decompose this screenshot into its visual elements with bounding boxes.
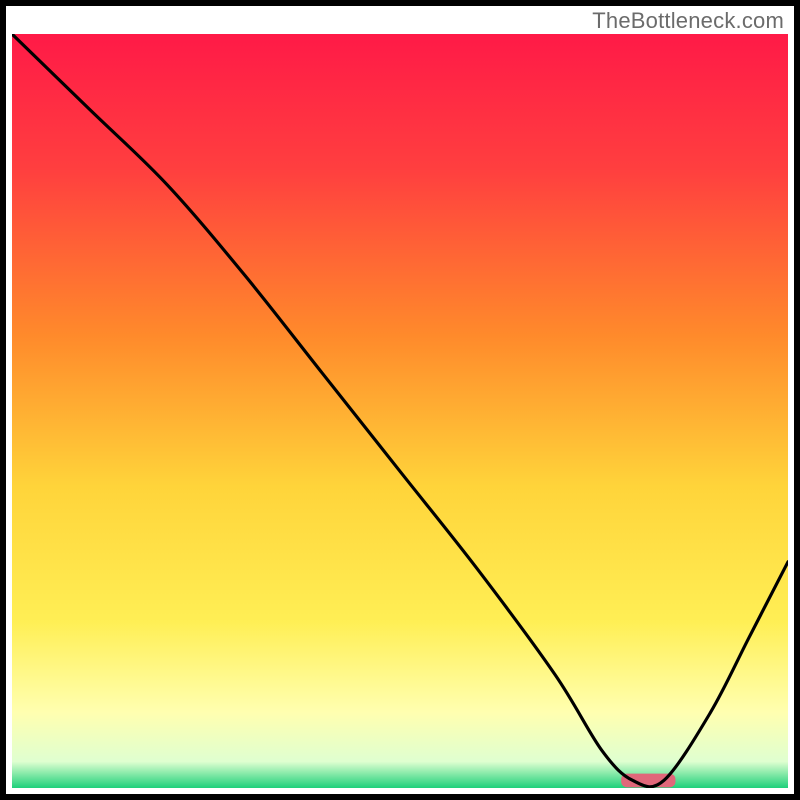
bottleneck-curve-chart: [12, 34, 788, 788]
chart-frame: TheBottleneck.com: [0, 0, 800, 800]
watermark-text: TheBottleneck.com: [592, 8, 784, 34]
plot-area: [12, 34, 788, 788]
